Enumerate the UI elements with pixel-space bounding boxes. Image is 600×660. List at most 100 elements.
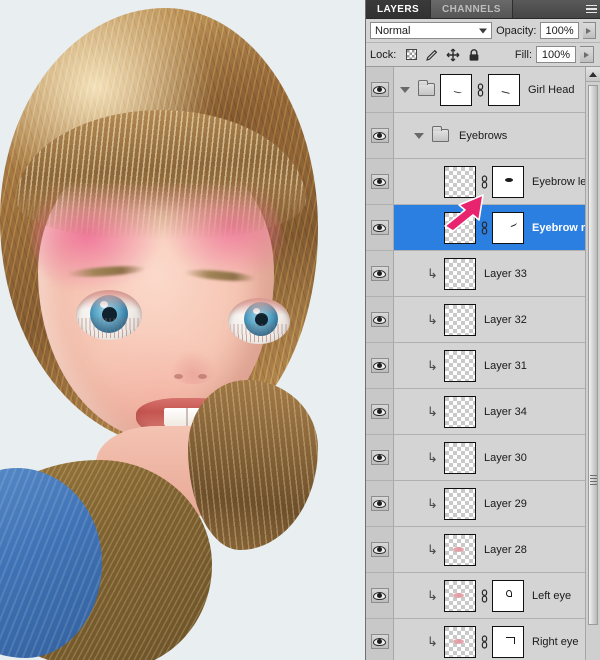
- layer-row-body: Eyebrows: [394, 113, 585, 158]
- image-canvas[interactable]: [0, 0, 365, 660]
- layer-thumbnail[interactable]: [444, 395, 476, 428]
- layer-row[interactable]: ↳ Layer 30: [366, 435, 585, 481]
- eye-icon[interactable]: [370, 312, 389, 327]
- layer-mask-thumbnail[interactable]: [492, 625, 524, 658]
- layer-row[interactable]: ↳ Layer 34: [366, 389, 585, 435]
- layer-row[interactable]: ↳ Right eye: [366, 619, 585, 660]
- layer-indent: [398, 273, 426, 274]
- layer-thumbnail[interactable]: [444, 533, 476, 566]
- eye-icon[interactable]: [370, 220, 389, 235]
- layer-name: Layer 31: [484, 359, 527, 372]
- eye-icon[interactable]: [370, 634, 389, 649]
- panel-menu-icon[interactable]: [582, 0, 600, 18]
- eye-glyph: [373, 85, 386, 94]
- eye-icon[interactable]: [370, 358, 389, 373]
- opacity-input[interactable]: 100%: [540, 22, 579, 39]
- eye-icon[interactable]: [370, 266, 389, 281]
- eye-right: [228, 298, 290, 344]
- tab-strip-filler: [512, 0, 582, 18]
- layer-row[interactable]: ↳ Layer 31: [366, 343, 585, 389]
- layer-row[interactable]: Eyebrow r...: [366, 205, 585, 251]
- layer-thumbnail[interactable]: [444, 487, 476, 520]
- thumbnail-content-mark: [453, 87, 463, 94]
- mask-content-mark: [505, 177, 513, 182]
- blend-mode-value: Normal: [375, 24, 411, 37]
- link-mask-icon[interactable]: [479, 588, 490, 603]
- layer-row[interactable]: ↳ Layer 32: [366, 297, 585, 343]
- eyelash-right: [230, 323, 290, 342]
- scroll-up-icon[interactable]: [586, 67, 600, 82]
- layer-indent: [398, 549, 426, 550]
- tab-layers[interactable]: LAYERS: [366, 0, 432, 18]
- mask-content-mark: [509, 220, 518, 227]
- link-mask-icon[interactable]: [479, 634, 490, 649]
- layer-name: Girl Head: [528, 83, 575, 96]
- eye-glyph: [373, 315, 386, 324]
- layer-mask-thumbnail[interactable]: [488, 73, 520, 106]
- layer-indent: [398, 365, 426, 366]
- layer-thumbnail[interactable]: [440, 73, 472, 106]
- blend-mode-select[interactable]: Normal: [370, 22, 493, 39]
- layer-thumbnail[interactable]: [444, 211, 476, 244]
- lock-position-icon[interactable]: [446, 48, 460, 62]
- layer-row[interactable]: ↳ Layer 28: [366, 527, 585, 573]
- layer-row-body: ↳ Layer 34: [394, 389, 585, 434]
- eye-icon[interactable]: [370, 174, 389, 189]
- fill-value: 100%: [541, 48, 571, 61]
- layer-mask-thumbnail[interactable]: [492, 165, 524, 198]
- eye-icon[interactable]: [370, 82, 389, 97]
- layer-thumbnail[interactable]: [444, 579, 476, 612]
- link-mask-icon[interactable]: [475, 82, 486, 97]
- layer-thumbnail[interactable]: [444, 625, 476, 658]
- layer-row[interactable]: Eyebrows: [366, 113, 585, 159]
- mask-content-mark: [506, 636, 515, 644]
- clipping-mask-arrow-icon: ↳: [427, 450, 438, 465]
- blend-mode-row: Normal Opacity: 100%: [366, 19, 600, 43]
- layer-thumbnail[interactable]: [444, 165, 476, 198]
- fill-input[interactable]: 100%: [536, 46, 576, 63]
- layer-row[interactable]: ↳ Left eye: [366, 573, 585, 619]
- link-mask-icon[interactable]: [479, 174, 490, 189]
- opacity-slider-button[interactable]: [582, 22, 596, 39]
- nostril-right: [198, 374, 207, 379]
- group-disclosure-triangle[interactable]: [398, 86, 411, 93]
- triangle-right-icon: [584, 51, 589, 58]
- lock-all-icon[interactable]: [467, 48, 481, 62]
- eye-icon[interactable]: [370, 404, 389, 419]
- layer-thumbnail[interactable]: [444, 349, 476, 382]
- eye-icon[interactable]: [370, 496, 389, 511]
- fill-slider-button[interactable]: [580, 46, 594, 63]
- grip-line: [589, 475, 597, 476]
- eye-icon[interactable]: [370, 128, 389, 143]
- layer-row-body: ↳ Layer 31: [394, 343, 585, 388]
- layer-row[interactable]: ↳ Layer 29: [366, 481, 585, 527]
- layer-row[interactable]: ↳ Layer 33: [366, 251, 585, 297]
- layer-indent: [398, 457, 426, 458]
- thumbnail-content-mark: [453, 638, 464, 644]
- layer-visibility-cell: [366, 481, 394, 526]
- layer-thumbnail[interactable]: [444, 441, 476, 474]
- scrollbar-track[interactable]: [586, 82, 600, 660]
- lock-transparency-icon[interactable]: [404, 48, 418, 62]
- layer-thumbnail[interactable]: [444, 303, 476, 336]
- eye-icon[interactable]: [370, 450, 389, 465]
- eye-icon[interactable]: [370, 588, 389, 603]
- checker-swatch: [405, 49, 417, 60]
- layer-visibility-cell: [366, 435, 394, 480]
- layer-list[interactable]: Girl Head Eyebrows Eyebrow left Eyebrow r..…: [366, 67, 585, 660]
- link-mask-icon[interactable]: [479, 220, 490, 235]
- clipping-mask-arrow-icon: ↳: [427, 312, 438, 327]
- tab-channels[interactable]: CHANNELS: [431, 0, 513, 18]
- layer-mask-thumbnail[interactable]: [492, 211, 524, 244]
- lock-image-icon[interactable]: [425, 48, 439, 62]
- group-disclosure-triangle[interactable]: [412, 132, 425, 139]
- eye-icon[interactable]: [370, 542, 389, 557]
- layer-mask-thumbnail[interactable]: [492, 579, 524, 612]
- layer-list-scrollbar[interactable]: [585, 67, 600, 660]
- eye-glyph: [373, 223, 386, 232]
- layer-row[interactable]: Girl Head: [366, 67, 585, 113]
- layer-row-body: ↳ Layer 30: [394, 435, 585, 480]
- layer-row[interactable]: Eyebrow left: [366, 159, 585, 205]
- layer-thumbnail[interactable]: [444, 257, 476, 290]
- scrollbar-thumb[interactable]: [588, 85, 598, 625]
